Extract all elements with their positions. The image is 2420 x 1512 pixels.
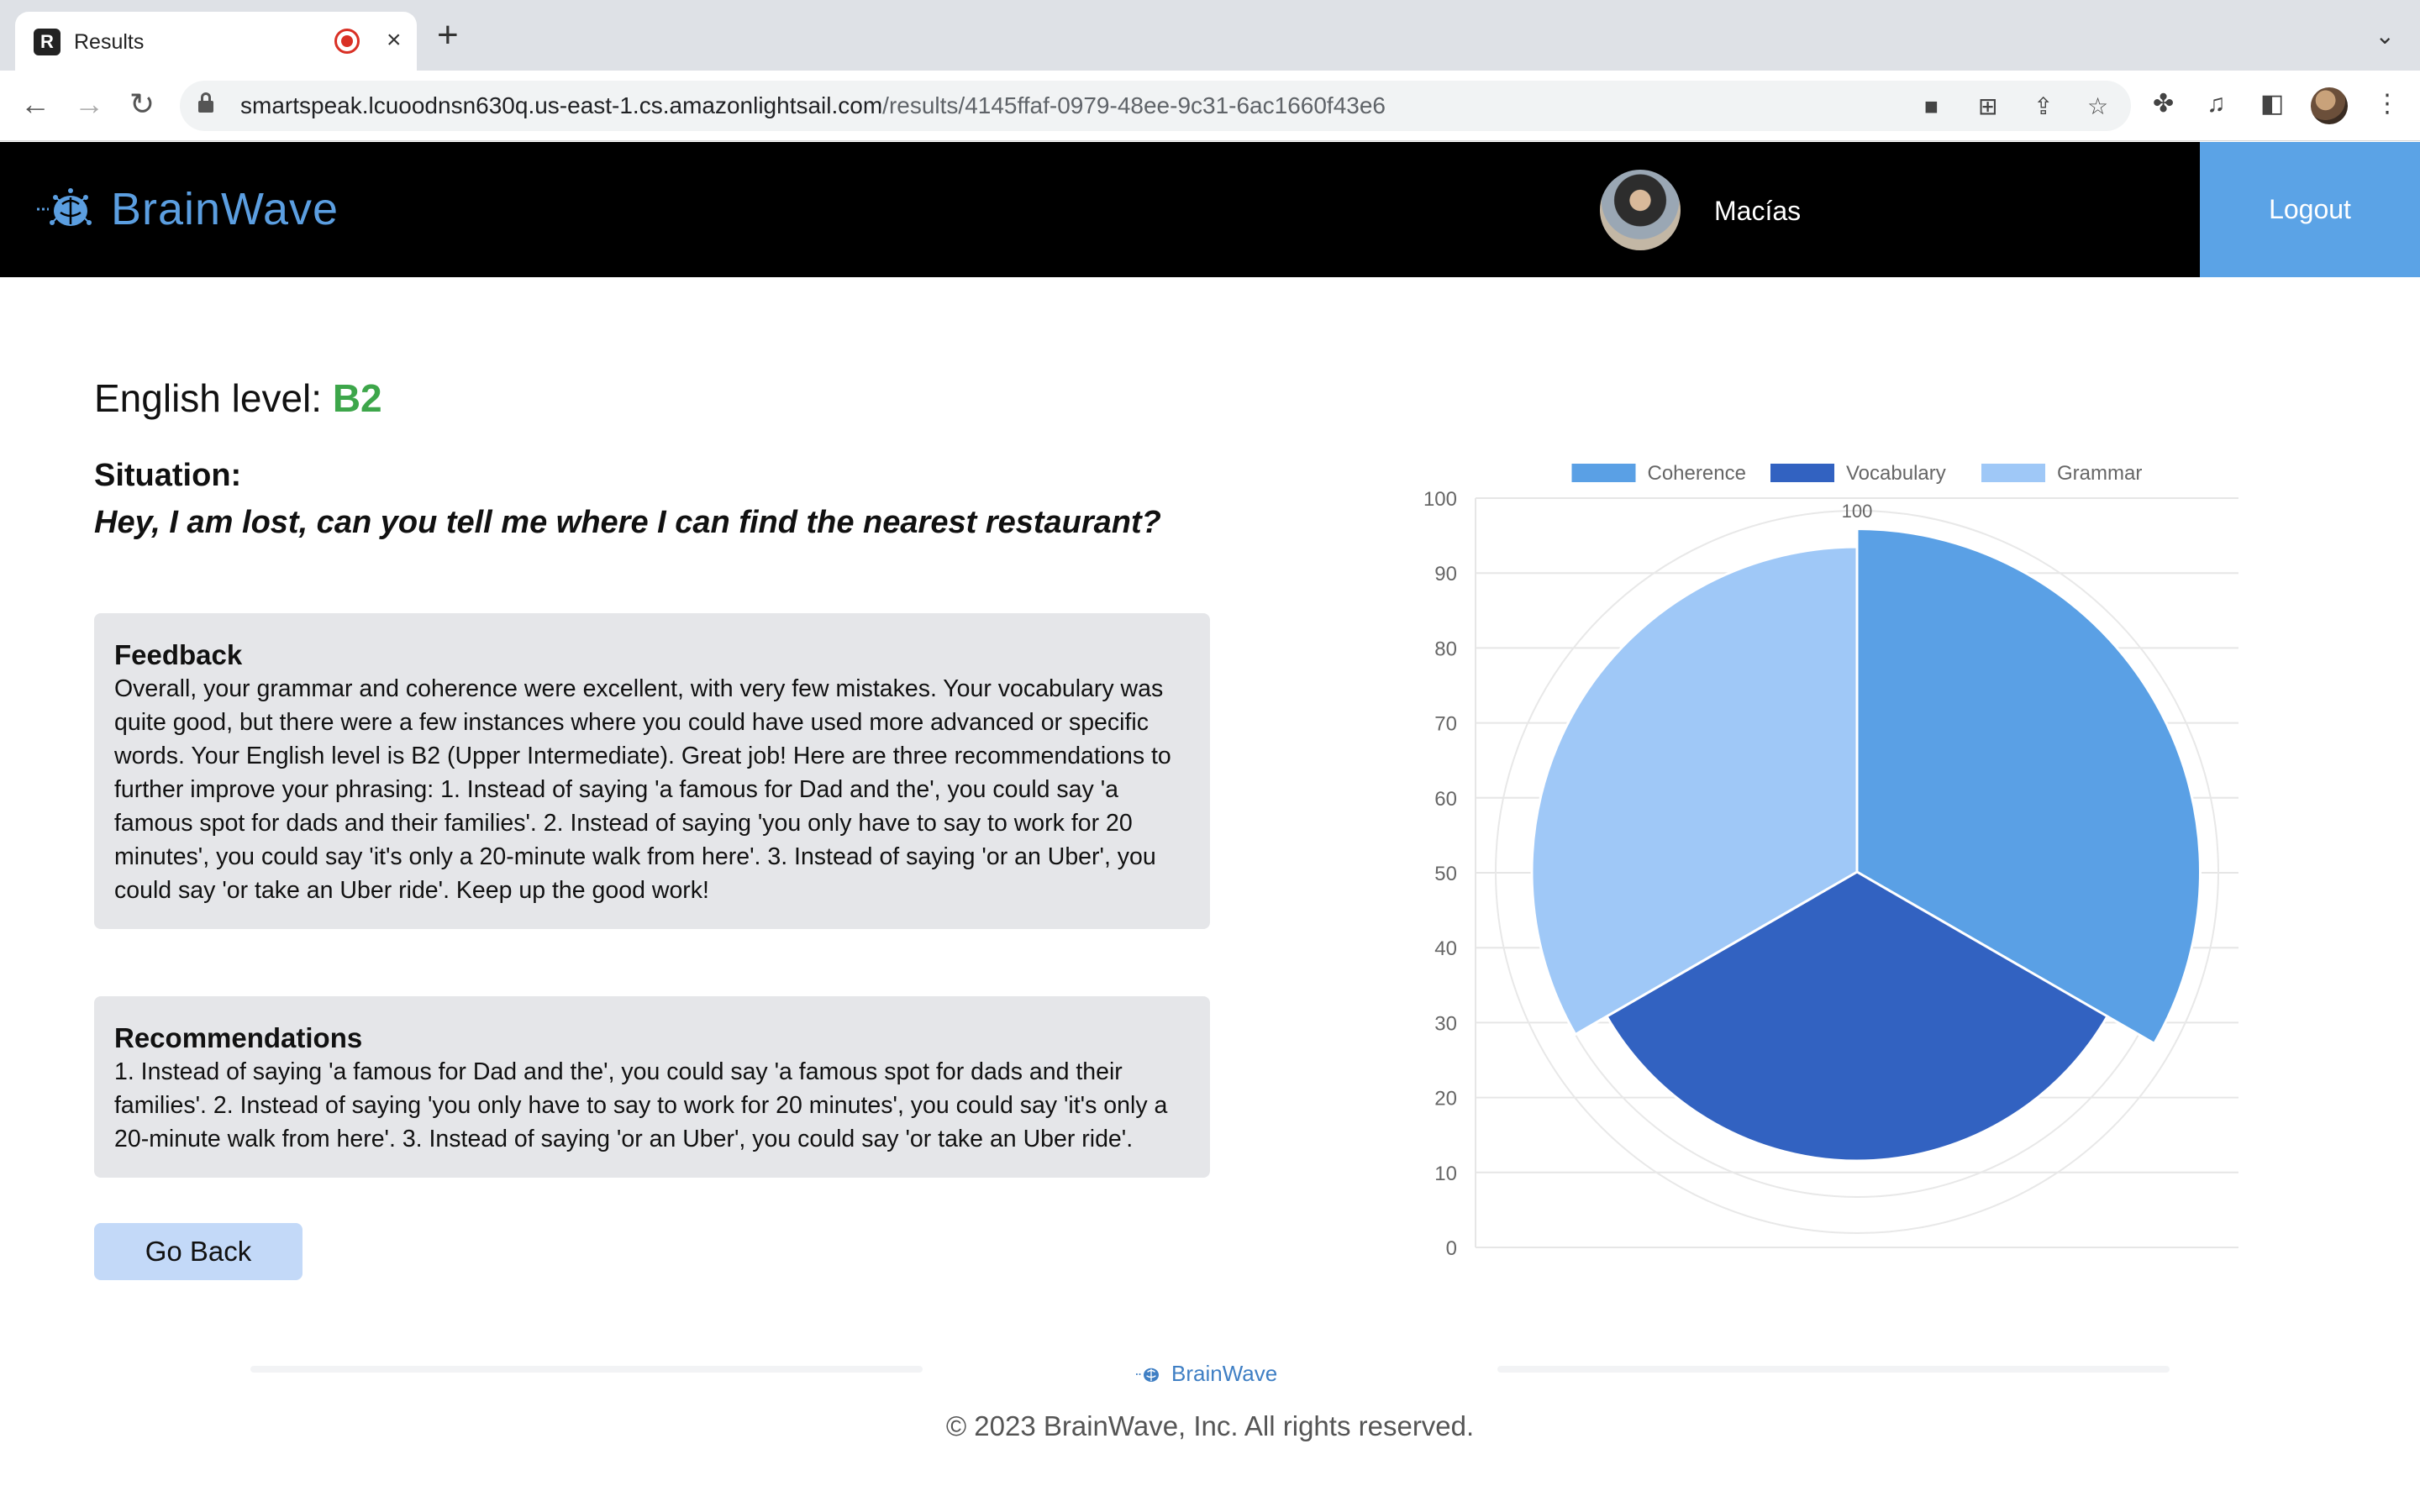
footer-brain-icon <box>1136 1368 1159 1382</box>
camera-icon[interactable]: ■ <box>1924 94 1939 119</box>
tab-title: Results <box>74 30 145 54</box>
go-back-button[interactable]: Go Back <box>94 1223 302 1280</box>
recommendations-card: Recommendations 1. Instead of saying 'a … <box>94 996 1210 1178</box>
bookmark-star-icon[interactable]: ☆ <box>2087 94 2108 119</box>
url-path: /results/4145ffaf-0979-48ee-9c31-6ac1660… <box>882 92 1386 118</box>
lock-icon[interactable] <box>198 92 213 113</box>
side-panel-icon[interactable]: ◧ <box>2260 89 2284 119</box>
situation-label: Situation: <box>94 458 242 493</box>
english-level: English level: B2 <box>94 375 382 422</box>
legend-swatch-vocabulary <box>1770 464 1834 482</box>
browser-tab-bar: R Results × + ⌄ <box>0 0 2420 71</box>
recommendations-text: 1. Instead of saying 'a famous for Dad a… <box>114 1058 1168 1152</box>
user-name[interactable]: Macías <box>1714 194 1801 228</box>
user-avatar[interactable] <box>1600 170 1681 250</box>
y-tick-label: 80 <box>1434 638 1457 660</box>
legend-label-coherence: Coherence <box>1648 462 1746 485</box>
english-level-label: English level: <box>94 376 333 420</box>
back-icon[interactable]: ← <box>20 87 50 121</box>
y-tick-label: 90 <box>1434 563 1457 585</box>
y-tick-label: 50 <box>1434 863 1457 885</box>
polar-area-chart: 0 10 20 30 40 50 60 70 80 90 100 100 Coherence Vocabu… <box>1423 462 2238 1260</box>
footer-divider-right <box>1497 1366 2170 1373</box>
situation-text: Hey, I am lost, can you tell me where I … <box>94 505 1161 540</box>
legend-swatch-coherence <box>1571 464 1636 482</box>
profile-icon[interactable] <box>2311 87 2348 124</box>
translate-icon[interactable]: ⊞ <box>1978 94 1997 119</box>
brain-icon <box>37 188 92 226</box>
y-tick-label: 30 <box>1434 1012 1457 1035</box>
y-tick-label: 70 <box>1434 713 1457 736</box>
more-icon[interactable]: ⋮ <box>2375 89 2400 119</box>
copyright-text: © 2023 BrainWave, Inc. All rights reserv… <box>945 1410 1475 1441</box>
footer-divider-left <box>250 1366 923 1373</box>
tab-search-chevron-icon[interactable]: ⌄ <box>2375 22 2395 50</box>
feedback-title: Feedback <box>114 639 243 670</box>
logout-button[interactable]: Logout <box>2200 142 2420 277</box>
url-host: smartspeak.lcuoodnsn630q.us-east-1.cs.am… <box>240 92 883 118</box>
legend-swatch-grammar <box>1981 464 2045 482</box>
y-tick-label: 20 <box>1434 1088 1457 1110</box>
url-text[interactable]: smartspeak.lcuoodnsn630q.us-east-1.cs.am… <box>240 92 1386 119</box>
address-bar[interactable]: smartspeak.lcuoodnsn630q.us-east-1.cs.am… <box>180 81 2131 131</box>
scores-chart: 0 10 20 30 40 50 60 70 80 90 100 100 Coherence Vocabu… <box>1395 445 2252 1268</box>
y-tick-label: 60 <box>1434 788 1457 811</box>
browser-toolbar: ← → ↻ smartspeak.lcuoodnsn630q.us-east-1… <box>0 71 2420 141</box>
radial-tick-label: 100 <box>1842 501 1873 522</box>
app-header: BrainWave Macías Logout <box>0 142 2420 277</box>
tab-favicon-icon: R <box>34 29 60 55</box>
y-tick-label: 0 <box>1446 1237 1457 1260</box>
media-icon[interactable]: ♫ <box>2207 89 2226 119</box>
legend-label-grammar: Grammar <box>2057 462 2142 485</box>
y-tick-label: 40 <box>1434 937 1457 960</box>
recording-icon <box>334 29 360 54</box>
y-tick-label: 10 <box>1434 1163 1457 1185</box>
forward-icon[interactable]: → <box>74 87 104 121</box>
legend-label-vocabulary: Vocabulary <box>1846 462 1946 485</box>
brand-name: BrainWave <box>111 184 339 234</box>
feedback-text: Overall, your grammar and coherence were… <box>114 675 1171 904</box>
feedback-card: Feedback Overall, your grammar and coher… <box>94 613 1210 929</box>
reload-icon[interactable]: ↻ <box>129 87 155 121</box>
share-icon[interactable]: ⇪ <box>2033 94 2053 119</box>
tab-close-icon[interactable]: × <box>387 25 402 55</box>
extensions-icon[interactable]: ✤ <box>2153 89 2174 119</box>
recommendations-title: Recommendations <box>114 1022 363 1053</box>
y-tick-label: 100 <box>1423 488 1457 511</box>
english-level-value: B2 <box>332 376 382 420</box>
new-tab-button[interactable]: + <box>437 17 459 54</box>
browser-tab[interactable]: R Results × <box>15 12 417 71</box>
footer-brand-name: BrainWave <box>1171 1361 1278 1386</box>
